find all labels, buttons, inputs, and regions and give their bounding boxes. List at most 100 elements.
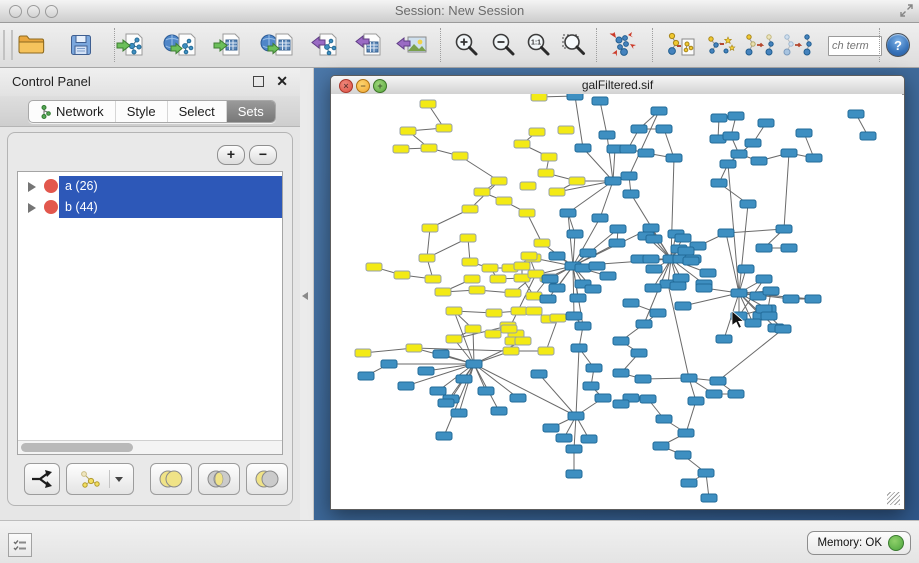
graph-node[interactable]: [675, 234, 691, 242]
graph-node[interactable]: [503, 347, 519, 355]
graph-node[interactable]: [491, 177, 507, 185]
graph-node[interactable]: [446, 335, 462, 343]
graph-node[interactable]: [646, 235, 662, 243]
graph-node[interactable]: [681, 374, 697, 382]
graph-node[interactable]: [549, 188, 565, 196]
graph-node[interactable]: [568, 412, 584, 420]
graph-node[interactable]: [566, 445, 582, 453]
graph-node[interactable]: [656, 415, 672, 423]
graph-node[interactable]: [469, 286, 485, 294]
graph-node[interactable]: [581, 435, 597, 443]
graph-node[interactable]: [731, 289, 747, 297]
graph-node[interactable]: [398, 382, 414, 390]
graph-node[interactable]: [599, 131, 615, 139]
graph-node[interactable]: [651, 107, 667, 115]
graph-node[interactable]: [567, 230, 583, 238]
graph-node[interactable]: [718, 229, 734, 237]
graph-node[interactable]: [623, 299, 639, 307]
graph-node[interactable]: [558, 126, 574, 134]
graph-node[interactable]: [756, 275, 772, 283]
graph-node[interactable]: [451, 409, 467, 417]
resize-grip[interactable]: [887, 492, 900, 505]
graph-node[interactable]: [675, 302, 691, 310]
graph-node[interactable]: [420, 100, 436, 108]
remove-set-button[interactable]: −: [249, 145, 277, 165]
graph-node[interactable]: [751, 157, 767, 165]
show-all-button[interactable]: [780, 28, 816, 62]
graph-node[interactable]: [462, 205, 478, 213]
graph-node[interactable]: [586, 364, 602, 372]
graph-node[interactable]: [540, 295, 556, 303]
graph-node[interactable]: [529, 128, 545, 136]
graph-node[interactable]: [583, 382, 599, 390]
graph-node[interactable]: [569, 177, 585, 185]
fullscreen-icon[interactable]: [900, 4, 913, 22]
graph-node[interactable]: [549, 252, 565, 260]
graph-node[interactable]: [550, 314, 566, 322]
graph-node[interactable]: [678, 429, 694, 437]
graph-node[interactable]: [600, 272, 616, 280]
graph-node[interactable]: [566, 312, 582, 320]
hide-selected-button[interactable]: [742, 28, 778, 62]
graph-node[interactable]: [781, 149, 797, 157]
import-network-web-button[interactable]: [162, 28, 198, 62]
graph-node[interactable]: [485, 330, 501, 338]
graph-node[interactable]: [421, 144, 437, 152]
graph-node[interactable]: [763, 287, 779, 295]
toolbar-gripper[interactable]: [3, 30, 13, 60]
graph-node[interactable]: [496, 197, 512, 205]
graph-node[interactable]: [520, 182, 536, 190]
close-panel-icon[interactable]: ✕: [276, 73, 288, 90]
expander-icon[interactable]: [28, 203, 36, 213]
zoom-out-button[interactable]: [485, 28, 521, 62]
graph-node[interactable]: [670, 282, 686, 290]
graph-node[interactable]: [393, 145, 409, 153]
graph-node[interactable]: [575, 144, 591, 152]
graph-node[interactable]: [728, 390, 744, 398]
tab-sets[interactable]: Sets: [227, 101, 275, 122]
graph-node[interactable]: [425, 275, 441, 283]
dropdown-caret-icon[interactable]: [115, 477, 123, 482]
graph-node[interactable]: [575, 322, 591, 330]
network-view-window[interactable]: × − + galFiltered.sif: [330, 75, 905, 510]
graph-node[interactable]: [706, 390, 722, 398]
import-table-web-button[interactable]: [259, 28, 295, 62]
graph-node[interactable]: [696, 284, 712, 292]
graph-node[interactable]: [745, 319, 761, 327]
graph-node[interactable]: [738, 265, 754, 273]
tab-select[interactable]: Select: [168, 101, 227, 122]
graph-node[interactable]: [478, 387, 494, 395]
new-network-from-selection-button[interactable]: [663, 28, 699, 62]
collapse-panel-icon[interactable]: [302, 292, 308, 300]
graph-node[interactable]: [650, 309, 666, 317]
graph-node[interactable]: [491, 407, 507, 415]
graph-node[interactable]: [723, 132, 739, 140]
graph-node[interactable]: [636, 320, 652, 328]
graph-node[interactable]: [430, 387, 446, 395]
graph-node[interactable]: [460, 234, 476, 242]
graph-node[interactable]: [781, 244, 797, 252]
graph-node[interactable]: [806, 154, 822, 162]
graph-node[interactable]: [592, 214, 608, 222]
graph-node[interactable]: [711, 179, 727, 187]
graph-node[interactable]: [638, 149, 654, 157]
graph-node[interactable]: [675, 451, 691, 459]
split-set-button[interactable]: [24, 463, 60, 495]
graph-node[interactable]: [745, 139, 761, 147]
graph-node[interactable]: [474, 188, 490, 196]
add-set-button[interactable]: +: [217, 145, 245, 165]
graph-node[interactable]: [422, 224, 438, 232]
graph-node[interactable]: [656, 125, 672, 133]
horizontal-scrollbar[interactable]: [18, 440, 282, 454]
graph-node[interactable]: [452, 152, 468, 160]
graph-node[interactable]: [631, 349, 647, 357]
graph-node[interactable]: [643, 224, 659, 232]
graph-node[interactable]: [585, 285, 601, 293]
graph-node[interactable]: [609, 239, 625, 247]
graph-node[interactable]: [534, 239, 550, 247]
import-network-file-button[interactable]: [113, 28, 149, 62]
sets-list[interactable]: a (26) b (44): [17, 171, 283, 455]
difference-button[interactable]: [246, 463, 288, 495]
graph-node[interactable]: [589, 262, 605, 270]
graph-node[interactable]: [758, 119, 774, 127]
